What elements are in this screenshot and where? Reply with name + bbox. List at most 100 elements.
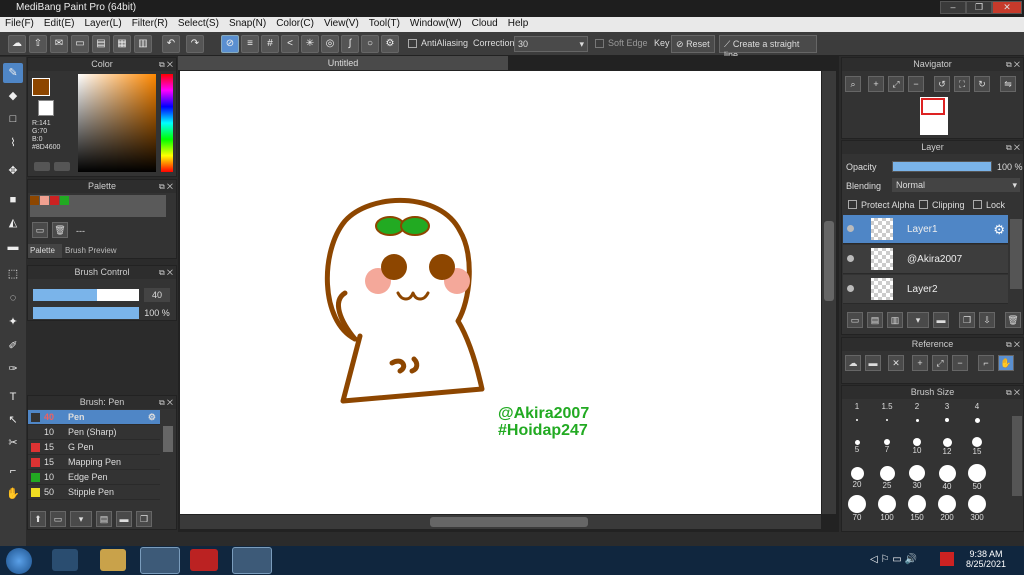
brush-size-option[interactable]: 1 xyxy=(843,402,871,436)
radial-snap-icon[interactable]: ✳ xyxy=(301,35,319,53)
brush-size-option[interactable]: 300 xyxy=(963,495,991,529)
maximize-button[interactable]: ❐ xyxy=(966,1,992,14)
zoom-in-icon[interactable]: + xyxy=(912,355,928,371)
straight-line-button[interactable]: ⟋ Create a straight line xyxy=(719,35,817,60)
lasso-tool-icon[interactable]: ◌ xyxy=(3,288,23,308)
new-layer-8bit-icon[interactable]: ▤ xyxy=(867,312,883,328)
brush-size-option[interactable]: 20 xyxy=(843,464,871,498)
menu-help[interactable]: Help xyxy=(503,17,534,30)
zoom-search-icon[interactable]: ⌕ xyxy=(845,76,861,92)
tab-brush-preview[interactable]: Brush Preview xyxy=(63,244,123,258)
clock[interactable]: 9:38 AM 8/25/2021 xyxy=(962,549,1010,569)
panel-controls-icon[interactable]: ⧉ ✕ xyxy=(159,396,173,409)
background-color-swatch[interactable] xyxy=(38,100,54,116)
close-button[interactable]: ✕ xyxy=(992,1,1022,14)
file-explorer-icon[interactable] xyxy=(100,549,126,571)
settings-page-icon[interactable]: ▦ xyxy=(113,35,131,53)
add-brush-icon[interactable]: ⬆ xyxy=(30,511,46,527)
eye-icon[interactable] xyxy=(847,255,854,262)
panel-controls-icon[interactable]: ⧉ ✕ xyxy=(1006,386,1020,399)
horizontal-scroll-thumb[interactable] xyxy=(430,517,588,527)
close-reference-icon[interactable]: ✕ xyxy=(888,355,904,371)
gear-icon[interactable]: ⚙ xyxy=(148,412,156,423)
export-icon[interactable]: ⇧ xyxy=(29,35,47,53)
start-button[interactable] xyxy=(6,548,32,574)
move-tool-icon[interactable]: ✥ xyxy=(3,161,23,181)
curve-snap-icon[interactable]: ∫ xyxy=(341,35,359,53)
brush-size-option[interactable]: 15 xyxy=(963,433,991,467)
text-tool-icon[interactable]: T xyxy=(3,387,23,407)
brush-list-item[interactable]: 15 G Pen xyxy=(28,440,160,455)
correction-select[interactable]: 30 ▾ xyxy=(514,36,588,52)
drawing-canvas[interactable]: @Akira2007 #Hoidap247 xyxy=(180,71,821,514)
antivirus-icon[interactable] xyxy=(940,552,954,566)
eyedropper-icon[interactable]: ⌐ xyxy=(3,461,23,481)
brush-opacity-slider[interactable] xyxy=(33,307,139,319)
brush-list-item[interactable]: 50 Stipple Pen xyxy=(28,485,160,500)
protect-alpha-checkbox[interactable] xyxy=(848,200,857,209)
brush-size-option[interactable]: 7 xyxy=(873,433,901,467)
fill-rect-tool-icon[interactable]: ■ xyxy=(3,190,23,210)
brush-tool-icon[interactable]: ✎ xyxy=(3,63,23,83)
grid-snap-icon[interactable]: # xyxy=(261,35,279,53)
clipping-checkbox[interactable] xyxy=(919,200,928,209)
brush-list-scrollbar[interactable] xyxy=(163,426,173,452)
palette-swatch[interactable] xyxy=(50,196,59,205)
reset-button[interactable]: ⊘ Reset xyxy=(671,35,715,53)
trash-icon[interactable]: 🗑 xyxy=(1005,312,1021,328)
folder-icon[interactable]: ▬ xyxy=(116,511,132,527)
menu-file[interactable]: File(F) xyxy=(0,17,39,30)
menu-edit[interactable]: Edit(E) xyxy=(39,17,80,30)
soft-edge-checkbox[interactable] xyxy=(595,39,604,48)
navigator-thumbnail[interactable] xyxy=(920,97,948,135)
circle-snap-icon[interactable]: ◎ xyxy=(321,35,339,53)
select-rect-icon[interactable]: ⬚ xyxy=(3,264,23,284)
brush-size-slider[interactable] xyxy=(33,289,139,301)
brush-size-scrollbar[interactable] xyxy=(1012,416,1022,496)
layer-row[interactable]: @Akira2007 xyxy=(843,245,1008,274)
divide-tool-icon[interactable]: ✂ xyxy=(3,433,23,453)
tray-icons[interactable]: ◁ ⚐ ▭ 🔊 xyxy=(870,554,917,565)
fit-icon[interactable]: ⤢ xyxy=(888,76,904,92)
layer-row[interactable]: Layer1 ⚙ xyxy=(843,215,1008,244)
add-layer-menu-icon[interactable]: ▾ xyxy=(907,312,929,328)
brush-size-option[interactable]: 5 xyxy=(843,433,871,467)
panel-controls-icon[interactable]: ⧉ ✕ xyxy=(159,180,173,193)
palette-swatch[interactable] xyxy=(40,196,49,205)
redo-icon[interactable]: ↷ xyxy=(186,35,204,53)
brush-size-option[interactable]: 3 xyxy=(933,402,961,436)
menu-filter[interactable]: Filter(R) xyxy=(127,17,173,30)
foreground-color-swatch[interactable] xyxy=(32,78,50,96)
blur-tool-icon[interactable]: ⌇ xyxy=(3,133,23,153)
duplicate-icon[interactable]: ❐ xyxy=(136,511,152,527)
color-option-button[interactable] xyxy=(34,162,50,171)
zoom-out-icon[interactable]: − xyxy=(952,355,968,371)
hue-slider[interactable] xyxy=(161,74,173,172)
merge-layer-icon[interactable]: ⇩ xyxy=(979,312,995,328)
brush-list-item[interactable]: 10 Pen (Sharp) xyxy=(28,425,160,440)
menu-select[interactable]: Select(S) xyxy=(173,17,224,30)
saturation-value-picker[interactable] xyxy=(78,74,156,172)
vertical-scroll-thumb[interactable] xyxy=(824,221,834,301)
select-pen-icon[interactable]: ✐ xyxy=(3,336,23,356)
fit-icon[interactable]: ⤢ xyxy=(932,355,948,371)
tab-palette[interactable]: Palette xyxy=(28,244,62,258)
rotate-left-icon[interactable]: ↺ xyxy=(934,76,950,92)
new-brush-icon[interactable]: ▭ xyxy=(50,511,66,527)
media-player-icon[interactable] xyxy=(52,549,78,571)
menu-window[interactable]: Window(W) xyxy=(405,17,467,30)
undo-icon[interactable]: ↶ xyxy=(162,35,180,53)
brush-size-option[interactable]: 40 xyxy=(933,464,961,498)
hand-tool-icon[interactable]: ✋ xyxy=(3,484,23,504)
menu-layer[interactable]: Layer(L) xyxy=(79,17,126,30)
brush-size-option[interactable]: 200 xyxy=(933,495,961,529)
eraser-tool-icon[interactable]: ◆ xyxy=(3,86,23,106)
folder-icon[interactable]: ▬ xyxy=(933,312,949,328)
menu-cloud[interactable]: Cloud xyxy=(467,17,503,30)
brush-size-value[interactable]: 40 xyxy=(144,288,170,302)
magic-wand-icon[interactable]: ✦ xyxy=(3,312,23,332)
menu-tool[interactable]: Tool(T) xyxy=(364,17,405,30)
new-palette-icon[interactable]: ▭ xyxy=(32,222,48,238)
brush-settings-icon[interactable]: ▾ xyxy=(70,511,92,527)
brush-size-option[interactable]: 70 xyxy=(843,495,871,529)
